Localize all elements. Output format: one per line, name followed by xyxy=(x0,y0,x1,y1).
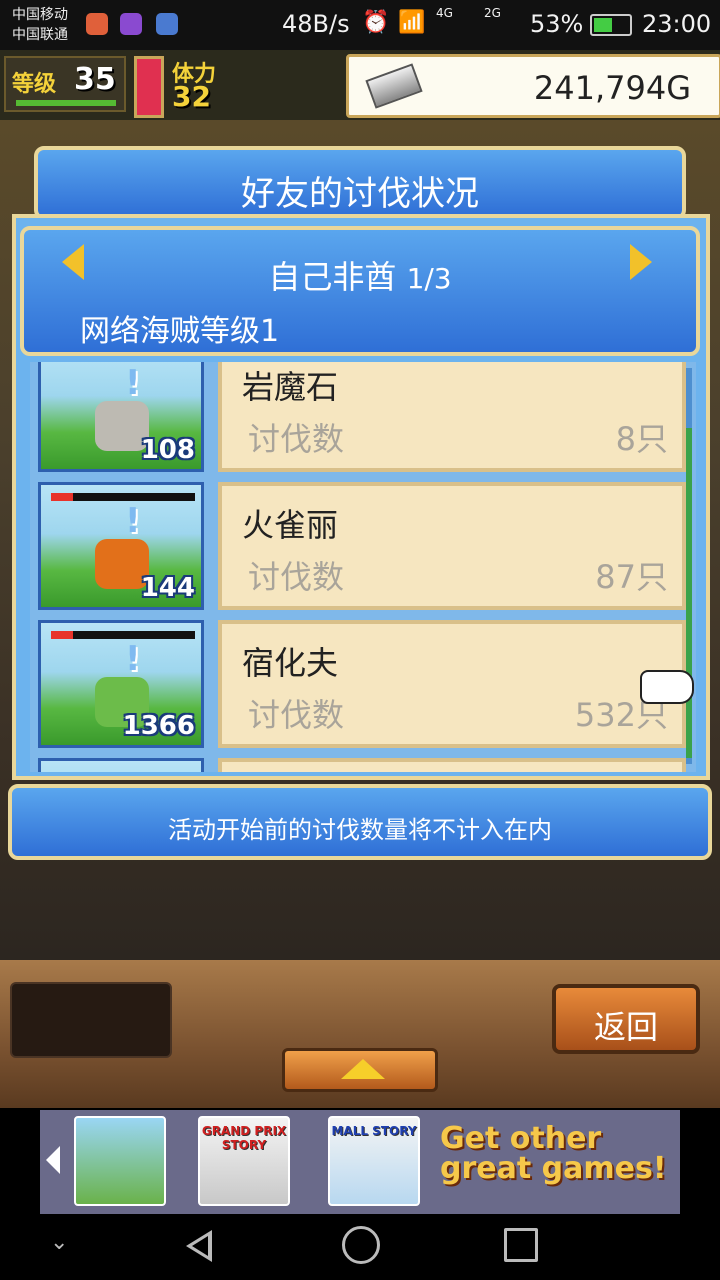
alarm-icon: ⏰ xyxy=(362,10,390,35)
exp-bar xyxy=(16,100,116,106)
monster-thumbnail: ! 1366 xyxy=(38,620,204,748)
kill-list[interactable]: ! 108 岩魔石 讨伐数 8只 ! 144 火雀丽 讨伐数 87只 ! 136… xyxy=(30,362,696,772)
kill-count: 8只 xyxy=(615,420,668,458)
ad-game-castle[interactable] xyxy=(74,1116,166,1206)
back-button[interactable]: 返回 xyxy=(552,984,700,1054)
ad-banner[interactable]: GRAND PRIX STORY MALL STORY Get other gr… xyxy=(0,1108,720,1216)
dialog-title-banner: 好友的讨伐状况 xyxy=(34,146,686,220)
monster-card: 火雀丽 讨伐数 87只 xyxy=(218,482,686,610)
ad-game-title: GRAND PRIX STORY xyxy=(201,1124,287,1152)
monster-thumbnail: ! 108 xyxy=(38,362,204,472)
friend-subtitle: 网络海贼等级1 xyxy=(80,314,280,349)
ad-game-grand-prix[interactable]: GRAND PRIX STORY xyxy=(198,1116,290,1206)
kill-label: 讨伐数 xyxy=(248,558,345,596)
monster-name: 岩魔石 xyxy=(242,368,339,406)
monster-name: 宿化夫 xyxy=(242,644,339,682)
battery-percent: 53% xyxy=(530,10,584,38)
stamina-bar xyxy=(134,56,164,118)
friend-page: 1/3 xyxy=(406,262,452,295)
app-notification-icon xyxy=(86,13,108,35)
kill-count: 87只 xyxy=(595,558,668,596)
monster-name: 火雀丽 xyxy=(242,506,339,544)
clock: 23:00 xyxy=(642,10,712,38)
status-bar: 中国移动 中国联通 48B/s ⏰ 📶 4G 2G 53% 23:00 xyxy=(0,0,720,50)
list-item[interactable]: ! 108 岩魔石 讨伐数 8只 xyxy=(30,362,696,480)
stamina-value: 32 xyxy=(172,80,211,113)
app-notification-icon xyxy=(156,13,178,35)
app-notification-icon xyxy=(120,13,142,35)
friend-header: 自己非酋 1/3 网络海贼等级1 xyxy=(20,226,700,356)
ad-prev-arrow-icon[interactable] xyxy=(46,1146,60,1174)
level-label: 等级 xyxy=(12,72,57,97)
battery-icon xyxy=(590,14,632,36)
notice-text: 活动开始前的讨伐数量将不计入在内 xyxy=(168,816,552,844)
monster-card: 岩魔石 讨伐数 8只 xyxy=(218,362,686,472)
alert-icon: ! xyxy=(125,501,141,541)
wifi-icon: 📶 xyxy=(398,10,426,35)
list-scrollbar[interactable] xyxy=(686,368,692,764)
empty-slot xyxy=(10,982,172,1058)
kill-label: 讨伐数 xyxy=(248,420,345,458)
bottom-bar: 返回 xyxy=(0,960,720,1108)
scrollbar-thumb[interactable] xyxy=(686,428,692,758)
signal-label-1: 4G xyxy=(436,6,453,20)
monster-thumbnail xyxy=(38,758,204,772)
monster-card: 宿化夫 讨伐数 532只 xyxy=(218,620,686,748)
ad-cta-text[interactable]: Get other great games! xyxy=(440,1124,670,1184)
carrier-1: 中国移动 xyxy=(12,7,68,23)
notice-banner: 活动开始前的讨伐数量将不计入在内 xyxy=(8,784,712,860)
top-hud: 等级 35 体力 32 241,794G xyxy=(0,50,720,120)
chevron-down-icon[interactable]: ⌄ xyxy=(50,1230,68,1255)
ad-content[interactable]: GRAND PRIX STORY MALL STORY Get other gr… xyxy=(40,1110,680,1214)
net-speed: 48B/s xyxy=(282,10,350,38)
friend-name: 自己非酋 xyxy=(268,258,397,296)
menu-up-button[interactable] xyxy=(282,1048,438,1092)
ad-game-mall-story[interactable]: MALL STORY xyxy=(328,1116,420,1206)
signal-label-2: 2G xyxy=(484,6,501,20)
list-item[interactable]: ! 144 火雀丽 讨伐数 87只 xyxy=(30,482,696,618)
hand-pointer-icon xyxy=(640,670,694,704)
list-item[interactable]: ! 1366 宿化夫 讨伐数 532只 xyxy=(30,620,696,756)
friend-name-line: 自己非酋 1/3 xyxy=(24,252,696,298)
dialog-title: 好友的讨伐状况 xyxy=(241,174,479,214)
alert-icon: ! xyxy=(125,639,141,679)
level-panel: 等级 35 xyxy=(4,56,126,112)
back-button-label: 返回 xyxy=(593,1008,658,1046)
alert-icon: ! xyxy=(125,363,141,403)
gold-value: 241,794G xyxy=(533,69,691,107)
nav-home-icon[interactable] xyxy=(342,1226,380,1264)
carrier-2: 中国联通 xyxy=(12,27,68,43)
nav-recents-icon[interactable] xyxy=(504,1228,538,1262)
thumbnail-count: 1366 xyxy=(122,711,195,741)
up-arrow-icon xyxy=(341,1059,385,1079)
kill-label: 讨伐数 xyxy=(248,696,345,734)
gold-bar-icon xyxy=(365,63,423,109)
thumbnail-count: 144 xyxy=(140,573,195,603)
monster-card xyxy=(218,758,686,772)
thumbnail-count: 108 xyxy=(140,435,195,465)
hp-bar xyxy=(51,493,195,501)
list-item[interactable] xyxy=(30,758,696,772)
monster-thumbnail: ! 144 xyxy=(38,482,204,610)
gold-panel: 241,794G xyxy=(346,54,720,118)
ad-game-title: MALL STORY xyxy=(331,1124,417,1138)
level-value: 35 xyxy=(74,62,116,97)
hp-bar xyxy=(51,631,195,639)
system-nav-bar: ⌄ xyxy=(0,1216,720,1280)
